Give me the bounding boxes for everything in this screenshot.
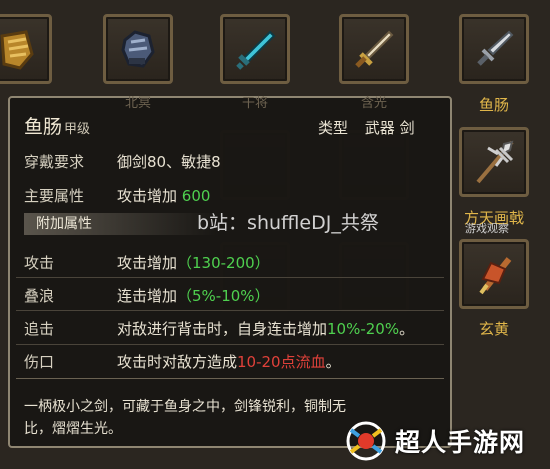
slot-caption-teal-sword: 干将 [241,96,268,111]
slot-yuchang[interactable] [459,14,529,84]
slot-caption-gloves: 北冥 [124,96,151,111]
item-name-text: 鱼肠 [24,116,63,138]
extra-attr-section: 附加属性 [24,213,216,235]
separator [16,277,444,278]
slot-gauntlet[interactable] [0,14,52,84]
shangkou-prefix: 攻击时对敌方造成 [117,353,238,371]
slot-caption-yuchang: 鱼肠 [478,96,509,114]
attr-value-attack: 攻击增加（130-200） [117,252,270,273]
req-label: 穿戴要求 [24,153,85,171]
main-attr-prefix: 攻击增加 [117,187,178,205]
halberd-icon [476,140,514,184]
item-type: 类型 武器 剑 [318,117,415,138]
watermark-text: b站：shuffleDJ_共祭 [197,212,379,234]
separator [16,344,444,345]
slot-gloves[interactable] [103,14,173,84]
zhuiji-suffix: 。 [399,320,415,338]
item-grade: 甲级 [64,122,91,137]
item-tooltip: 鱼肠 甲级 类型 武器 剑 穿戴要求 御剑80、敏捷8 主要属性 攻击增加 600… [8,96,452,448]
attr-label-shangkou: 伤口 [24,353,55,371]
slot-caption-dagger: 含光 [360,96,387,111]
attr-range-attack: （130-200） [177,254,270,272]
slot-xuanhuang[interactable] [459,239,529,309]
logo-text: 超人手游网 [395,428,526,457]
slot-teal-sword[interactable] [220,14,290,84]
dagger-icon [355,30,394,68]
attr-value-dielang: 连击增加（5%-10%） [117,285,270,306]
type-label: 类型 [318,119,349,137]
attr-prefix-attack: 攻击增加 [117,254,178,272]
attr-range-dielang: （5%-10%） [177,287,270,305]
watermark-small: 游戏观察 [465,222,509,235]
attr-prefix-dielang: 连击增加 [117,287,178,305]
item-name: 鱼肠 甲级 [24,112,90,139]
gloves-icon [121,30,155,68]
slot-caption-xuanhuang: 玄黄 [478,320,509,338]
slot-fangtian[interactable] [459,127,529,197]
xuanhuang-icon [479,257,512,295]
type-value: 武器 剑 [364,119,415,137]
item-description-line1: 一柄极小之剑，可藏于鱼身之中，剑锋锐利，铜制无 [24,399,346,415]
teal-sword-icon [236,30,276,70]
attr-value-shangkou: 攻击时对敌方造成10-20点流血。 [117,351,341,372]
main-attr-number: 600 [181,187,211,205]
logo-emblem-icon [346,421,386,461]
req-value: 御剑80、敏捷8 [117,153,221,171]
shangkou-value: 10-20点流血 [237,353,326,371]
zhuiji-prefix: 对敌进行背击时，自身连击增加 [117,320,328,338]
main-attr-label: 主要属性 [24,187,85,205]
attr-label-dielang: 叠浪 [24,287,55,305]
zhuiji-value: 10%-20% [327,320,400,338]
shangkou-suffix: 。 [325,353,341,371]
gauntlet-icon [0,30,34,70]
yuchang-sword-icon [477,30,514,66]
attr-label-attack: 攻击 [24,254,55,272]
attr-label-zhuiji: 追击 [24,320,55,338]
separator [16,378,444,379]
separator [16,310,444,311]
item-description-line2: 比，熠熠生光。 [24,421,122,437]
site-logo: 超人手游网 [345,418,545,464]
main-attr-value: 攻击增加 600 [117,185,210,206]
attr-value-zhuiji: 对敌进行背击时，自身连击增加10%-20%。 [117,318,414,339]
slot-dagger[interactable] [339,14,409,84]
